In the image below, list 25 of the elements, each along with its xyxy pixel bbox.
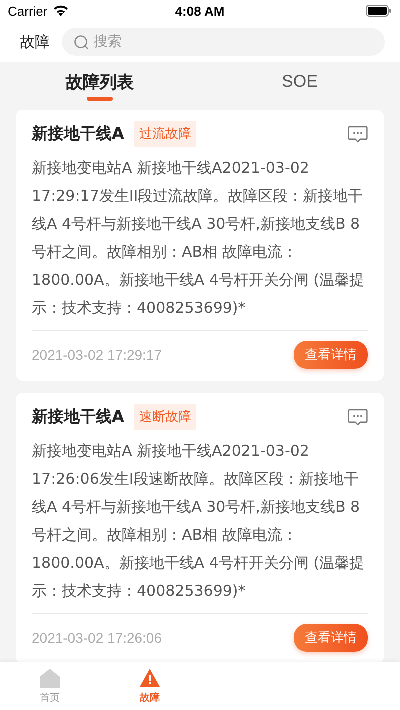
home-icon — [39, 668, 61, 688]
fault-time: 2021-03-02 17:29:17 — [32, 347, 162, 363]
warning-icon — [139, 668, 161, 688]
tab-bar-item[interactable]: 首页 — [0, 662, 100, 710]
line-name: 新接地干线A — [32, 124, 124, 144]
search-icon — [74, 35, 89, 50]
fault-tag: 速断故障 — [134, 404, 196, 430]
message-icon[interactable] — [348, 408, 368, 426]
line-name: 新接地干线A — [32, 406, 124, 428]
details-button[interactable]: 查看详情 — [294, 624, 368, 652]
details-button[interactable]: 查看详情 — [294, 341, 368, 369]
message-icon[interactable] — [348, 126, 368, 142]
fault-time: 2021-03-02 17:26:06 — [32, 630, 162, 646]
tab[interactable]: SOE — [200, 62, 400, 102]
fault-description: 新接地变电站A 新接地干线A2021-03-02 17:29:17发生II段过流故障。故障区段：新接地干线A 4号杆与新接地干线A 30号杆,新接地支线B 8号杆之间。故障相别：AB相 故障电流：1800.00A。新接地干线A 4号杆开关分闸 (温馨提示：技术支持：4008253699)* — [32, 154, 368, 331]
tab-bar-item[interactable]: 故障 — [100, 662, 200, 710]
wifi-icon — [52, 5, 69, 17]
carrier-label: Carrier — [8, 4, 48, 18]
status-time: 4:08 AM — [175, 4, 225, 18]
battery-icon — [366, 5, 392, 17]
tab[interactable]: 故障列表 — [0, 62, 200, 102]
fault-tag: 过流故障 — [134, 121, 196, 147]
page-title: 故障 — [20, 32, 50, 52]
search-field[interactable]: 搜索 — [62, 28, 385, 56]
fault-description: 新接地变电站A 新接地干线A2021-03-02 17:26:06发生I段速断故障。故障区段：新接地干线A 4号杆与新接地干线A 30号杆,新接地支线B 8号杆之间。故障相别：AB相 故障电流：1800.00A。新接地干线A 4号杆开关分闸 (温馨提示：技术支持：4008253699)* — [32, 437, 368, 614]
